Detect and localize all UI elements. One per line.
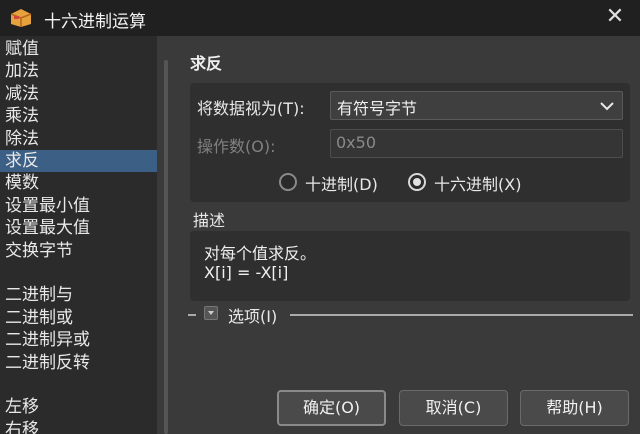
description-box: 对每个值求反。 X[i] = -X[i] [190, 231, 630, 301]
help-button[interactable]: 帮助(H) [520, 390, 629, 426]
description-label: 描述 [193, 211, 226, 230]
sidebar-item[interactable]: 二进制异或 [0, 329, 157, 351]
options-label[interactable]: 选项(I) [228, 303, 277, 327]
operand-value: 0x50 [336, 133, 377, 152]
sidebar-item[interactable]: 设置最大值 [0, 217, 157, 239]
description-line: 对每个值求反。 [204, 244, 317, 263]
app-icon [10, 9, 32, 27]
decimal-radio-label[interactable]: 十进制(D) [305, 171, 378, 195]
view-as-select[interactable]: 有符号字节 [330, 91, 623, 120]
sidebar-item[interactable]: 设置最小值 [0, 195, 157, 217]
description-line: X[i] = -X[i] [204, 263, 289, 282]
ok-button[interactable]: 确定(O) [277, 390, 386, 426]
sidebar-item[interactable]: 交换字节 [0, 240, 157, 262]
options-expander[interactable]: 选项(I) [188, 303, 633, 327]
sidebar-item[interactable]: 二进制与 [0, 284, 157, 306]
sidebar-item[interactable]: 二进制反转 [0, 352, 157, 374]
operand-label: 操作数(O): [197, 137, 276, 156]
view-as-label: 将数据视为(T): [197, 99, 305, 118]
sidebar-item[interactable]: 二进制或 [0, 307, 157, 329]
chevron-down-icon [600, 102, 614, 111]
hex-radio[interactable] [408, 173, 426, 191]
sidebar-item[interactable]: 减法 [0, 83, 157, 105]
sidebar-item[interactable]: 求反 [0, 150, 157, 172]
sidebar-item[interactable]: 乘法 [0, 105, 157, 127]
divider [290, 314, 633, 316]
view-as-value: 有符号字节 [337, 99, 418, 118]
operation-list[interactable]: 赋值 加法 减法 乘法 除法 求反 模数 设置最小值 设置最大值 交换字节二进制与 二进制或 二进制异… [0, 36, 157, 434]
sidebar-item[interactable]: 除法 [0, 128, 157, 150]
sidebar-item[interactable]: 赋值 [0, 38, 157, 60]
window-title: 十六进制运算 [44, 12, 146, 32]
hex-radio-label[interactable]: 十六进制(X) [434, 171, 521, 195]
section-title: 求反 [190, 54, 223, 73]
divider [188, 314, 196, 316]
cancel-button[interactable]: 取消(C) [399, 390, 508, 426]
sidebar-item[interactable]: 右移 [0, 419, 157, 434]
sidebar-item[interactable]: 加法 [0, 60, 157, 82]
decimal-radio[interactable] [279, 173, 297, 191]
sidebar-item[interactable]: 模数 [0, 172, 157, 194]
close-icon[interactable]: ✕ [600, 3, 630, 31]
expand-icon[interactable] [204, 306, 218, 320]
title-bar: 十六进制运算 ✕ [0, 0, 640, 36]
splitter-handle[interactable] [164, 60, 168, 434]
sidebar-item[interactable]: 左移 [0, 396, 157, 418]
operand-input[interactable]: 0x50 [330, 129, 623, 158]
